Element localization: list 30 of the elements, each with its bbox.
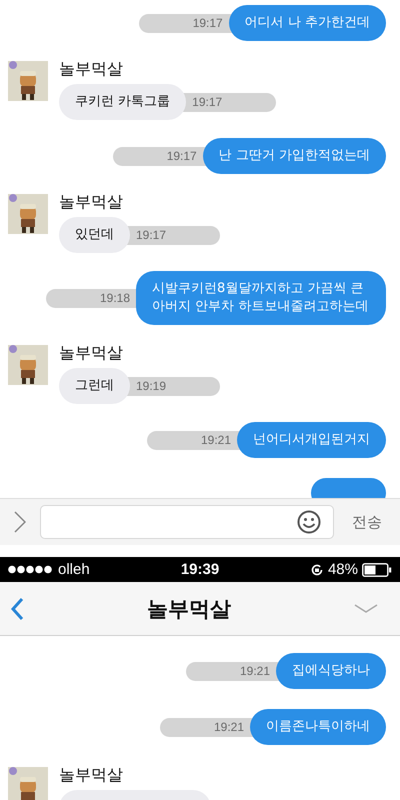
sent-message: 난 그딴거 가입한적없는데 — [202, 138, 386, 174]
battery-percent: 48% — [328, 561, 358, 578]
sent-message: 집에식당하나 — [276, 653, 386, 689]
received-message: 그런데 — [59, 368, 130, 404]
sent-message: 넌어디서개입된거지 — [237, 422, 386, 458]
carrier-name: olleh — [58, 561, 90, 578]
avatar-icon — [8, 194, 48, 234]
sender-name: 놀부먹살 — [59, 343, 123, 364]
chevron-right-icon[interactable] — [14, 511, 26, 533]
back-icon[interactable] — [10, 596, 24, 620]
send-button[interactable]: 전송 — [348, 512, 386, 532]
sender-name: 놀부먹살 — [59, 59, 123, 80]
sent-message: 시발쿠키런8월달까지하고 가끔씩 큰 아버지 안부차 하트보내줄려고하는데 — [136, 271, 386, 325]
chat-title: 놀부먹살 — [147, 596, 231, 622]
sender-name: 놀부먹살 — [59, 192, 123, 213]
battery-icon — [362, 562, 392, 576]
sent-message: 어디서 나 추가한건데 — [228, 5, 386, 41]
received-message: 쿠키런 카톡그룹 — [59, 84, 186, 120]
signal-icon — [8, 565, 54, 574]
message-input[interactable] — [40, 505, 334, 539]
avatar-icon — [8, 345, 48, 385]
avatar-icon — [8, 61, 48, 101]
sender-name: 놀부먹살 — [59, 765, 123, 786]
sent-message: 이름존나특이하네 — [250, 709, 386, 745]
chevron-down-icon[interactable] — [354, 604, 378, 614]
received-message: 있던데 — [59, 217, 130, 253]
avatar-icon — [8, 767, 48, 800]
emoticon-icon[interactable] — [297, 510, 321, 534]
rotation-lock-icon — [310, 562, 324, 576]
status-time: 19:39 — [180, 561, 220, 578]
